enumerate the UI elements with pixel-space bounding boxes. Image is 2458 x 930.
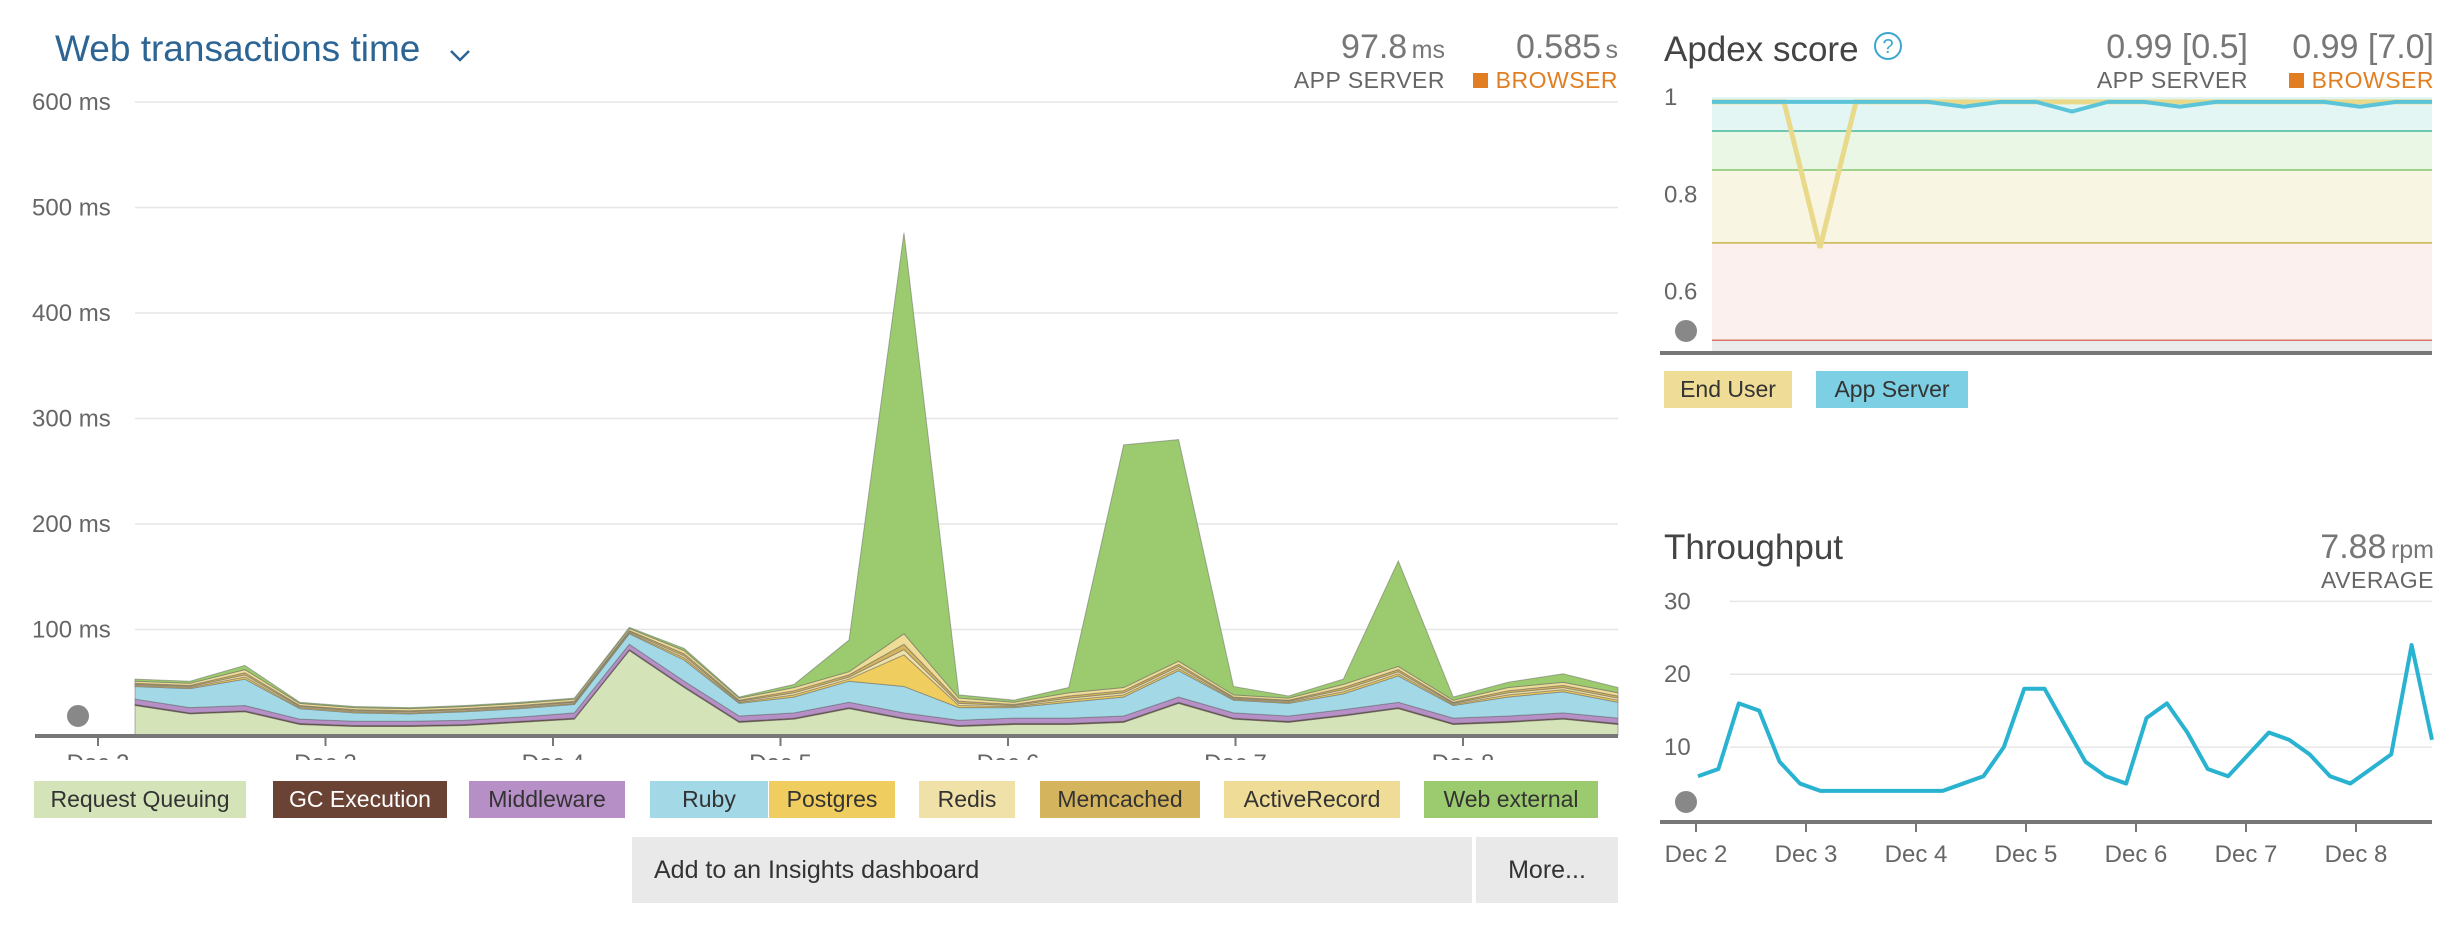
legend-redis[interactable]: Redis: [919, 781, 1015, 818]
throughput-x-tick-label: Dec 2: [1665, 841, 1728, 868]
dashboard-root: Web transactions time 97.8 ms APP SERVER…: [0, 0, 2458, 930]
throughput-x-tick-label: Dec 4: [1885, 841, 1948, 868]
legend-app-server[interactable]: App Server: [1816, 371, 1968, 408]
apdex-band-poor: [1712, 242, 2432, 341]
apdex-band-good: [1712, 131, 2432, 170]
throughput-y-tick-label: 10: [1664, 734, 1691, 761]
web-y-tick-label: 100 ms: [32, 617, 111, 644]
web-y-tick-label: 400 ms: [32, 300, 111, 327]
throughput-x-tick-label: Dec 3: [1775, 841, 1838, 868]
throughput-loading-icon: [1671, 787, 1701, 817]
web-x-tick-label: Dec 6: [977, 750, 1040, 760]
legend-gc-execution[interactable]: GC Execution: [273, 781, 447, 818]
web-area-web-external[interactable]: [134, 232, 1619, 710]
web-transactions-chart[interactable]: 100 ms 200 ms 300 ms 400 ms 500 ms 600 ms Dec …: [0, 0, 1630, 760]
apdex-band-fair: [1712, 169, 2432, 243]
throughput-x-tick-label: Dec 7: [2215, 841, 2278, 868]
web-loading-icon: [63, 701, 93, 731]
web-x-tick-label: Dec 8: [1432, 750, 1495, 760]
web-x-tick-label: Dec 5: [749, 750, 812, 760]
apdex-chart[interactable]: 1 0.8 0.6: [1660, 85, 2440, 365]
legend-memcached[interactable]: Memcached: [1040, 781, 1200, 818]
legend-end-user[interactable]: End User: [1664, 371, 1792, 408]
apdex-y-tick-label: 1: [1664, 85, 1677, 111]
apdex-title: Apdex score ?: [1664, 30, 1904, 71]
legend-postgres[interactable]: Postgres: [769, 781, 895, 818]
apdex-loading-icon: [1671, 316, 1701, 346]
throughput-title: Throughput: [1664, 528, 1844, 567]
throughput-chart[interactable]: 30 20 10 Dec 2 Dec 3 Dec 4 Dec 5 Dec 6 Dec 7 Dec …: [1660, 580, 2440, 880]
help-icon[interactable]: ?: [1872, 30, 1904, 71]
throughput-y-tick-label: 30: [1664, 588, 1691, 615]
legend-activerecord[interactable]: ActiveRecord: [1224, 781, 1400, 818]
web-x-tick-label: Dec 3: [294, 750, 357, 760]
throughput-x-tick-label: Dec 8: [2325, 841, 2388, 868]
apdex-title-text: Apdex score: [1664, 30, 1859, 69]
throughput-value: 7.88: [2320, 528, 2387, 566]
web-x-tick-label: Dec 2: [67, 750, 130, 760]
legend-request-queuing[interactable]: Request Queuing: [34, 781, 246, 818]
throughput-x-tick-label: Dec 5: [1995, 841, 2058, 868]
web-y-tick-label: 600 ms: [32, 89, 111, 116]
legend-web-external[interactable]: Web external: [1424, 781, 1598, 818]
apdex-app-value: 0.99 [0.5]: [2106, 28, 2248, 66]
throughput-x-tick-label: Dec 6: [2105, 841, 2168, 868]
web-y-tick-label: 200 ms: [32, 511, 111, 538]
web-y-tick-label: 300 ms: [32, 406, 111, 433]
throughput-unit: rpm: [2390, 536, 2434, 564]
throughput-line[interactable]: [1697, 643, 2434, 793]
apdex-y-tick-label: 0.8: [1664, 181, 1697, 208]
apdex-browser-value: 0.99 [7.0]: [2292, 28, 2434, 66]
apdex-y-tick-label: 0.6: [1664, 279, 1697, 306]
web-x-tick-label: Dec 4: [522, 750, 585, 760]
legend-middleware[interactable]: Middleware: [469, 781, 625, 818]
throughput-y-tick-label: 20: [1664, 661, 1691, 688]
more-button[interactable]: More...: [1476, 837, 1618, 903]
web-y-tick-label: 500 ms: [32, 195, 111, 222]
svg-text:?: ?: [1883, 36, 1894, 58]
add-to-insights-button[interactable]: Add to an Insights dashboard: [632, 837, 1472, 903]
web-x-tick-label: Dec 7: [1204, 750, 1267, 760]
legend-ruby[interactable]: Ruby: [650, 781, 768, 818]
